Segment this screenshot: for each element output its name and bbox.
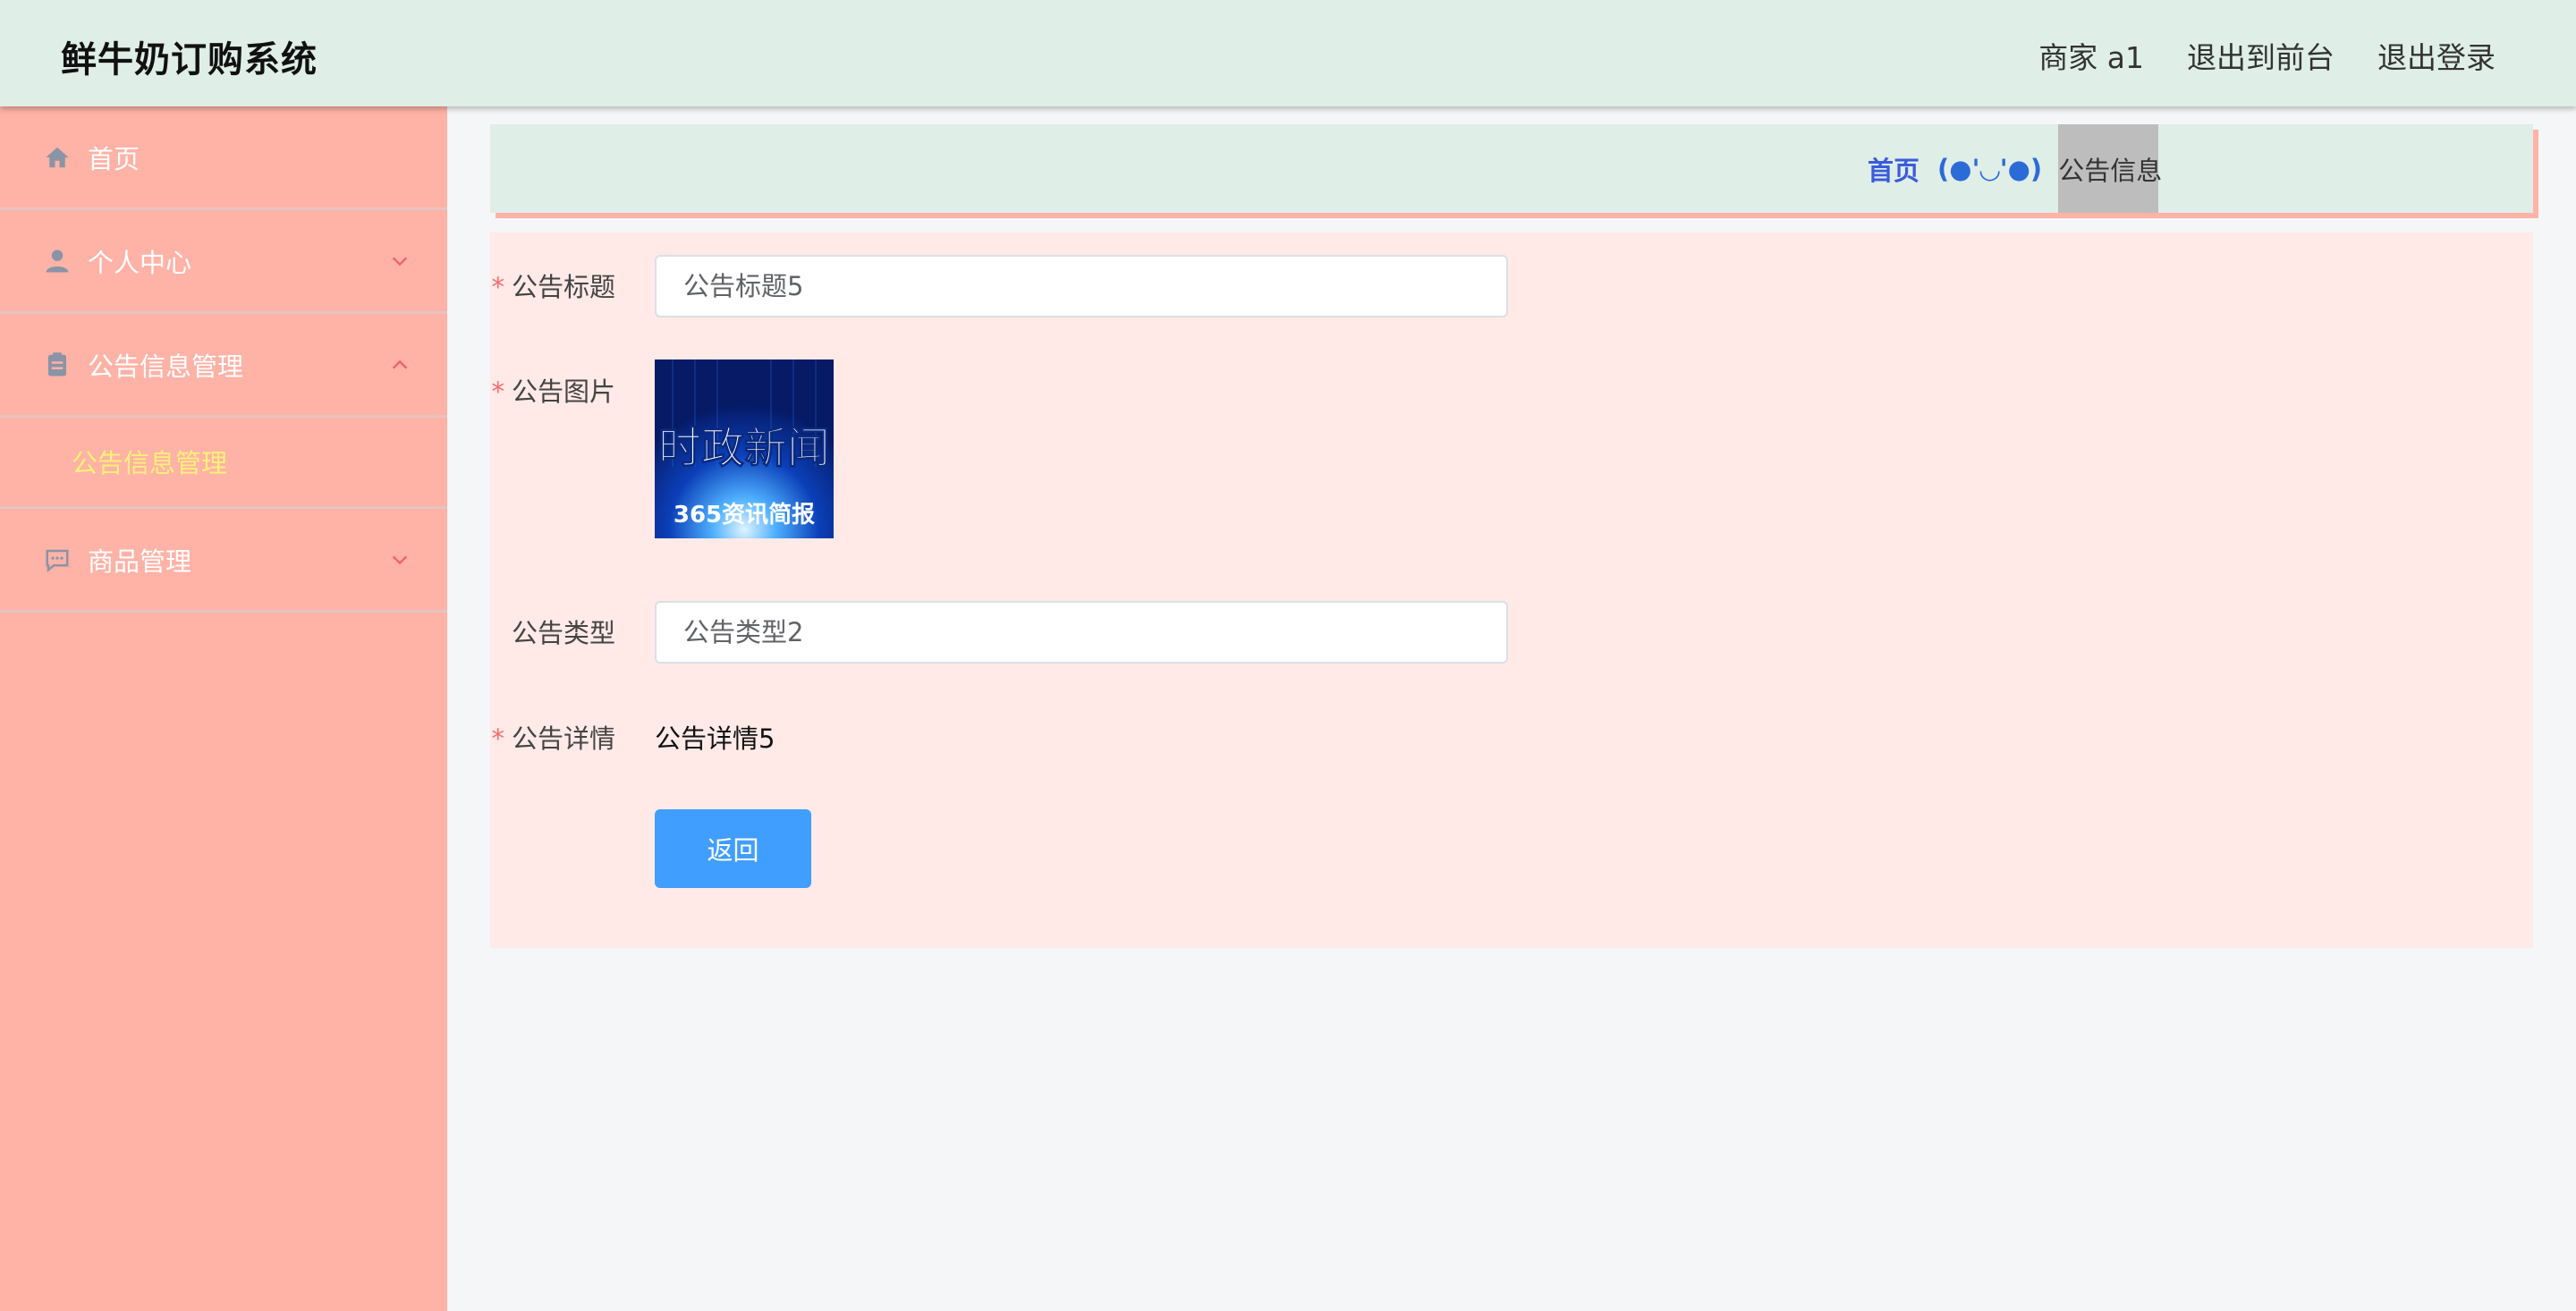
sidebar-item-product-management[interactable]: 商品管理: [0, 509, 447, 613]
form-label-title: * 公告标题: [491, 255, 615, 319]
form-label-detail-text: 公告详情: [511, 723, 615, 754]
exit-to-front-link[interactable]: 退出到前台: [2187, 34, 2334, 77]
top-header: 鲜牛奶订购系统 商家 a1 退出到前台 退出登录: [0, 0, 2576, 106]
notice-detail-form: * 公告标题 公告标题5 * 公告图片 时政新闻 365资讯简报 公告类型 公告…: [490, 233, 2533, 948]
sidebar-item-label: 首页: [88, 143, 140, 174]
form-label-image-text: 公告图片: [511, 376, 615, 407]
breadcrumb-bar: 首页 (●'◡'●) 公告信息: [490, 124, 2533, 213]
image-text-sub: 365资讯简报: [674, 501, 815, 529]
form-label-title-text: 公告标题: [511, 272, 615, 302]
image-text-main: 时政新闻: [658, 423, 830, 473]
sidebar-item-label: 商品管理: [88, 546, 192, 577]
required-mark: *: [491, 723, 504, 754]
chevron-down-icon: [388, 250, 411, 273]
chevron-up-icon: [388, 353, 411, 376]
breadcrumb-current: 公告信息: [2058, 124, 2162, 213]
required-mark: *: [491, 272, 504, 302]
required-mark: *: [491, 376, 504, 407]
sidebar-item-personal-center[interactable]: 个人中心: [0, 210, 447, 314]
title-input[interactable]: 公告标题5: [655, 255, 1508, 317]
app-title: 鲜牛奶订购系统: [61, 39, 318, 80]
header-actions: 商家 a1 退出到前台 退出登录: [2038, 34, 2496, 77]
breadcrumb-separator: (●'◡'●): [1937, 153, 2043, 184]
user-icon: [43, 247, 72, 275]
sidebar-item-label: 个人中心: [88, 247, 192, 278]
sidebar-item-notice-management[interactable]: 公告信息管理: [0, 314, 447, 418]
type-input[interactable]: 公告类型2: [655, 601, 1508, 664]
chat-icon: [43, 546, 72, 574]
chevron-down-icon: [388, 548, 411, 571]
logout-link[interactable]: 退出登录: [2377, 34, 2496, 77]
home-icon: [43, 143, 72, 172]
notice-image[interactable]: 时政新闻 365资讯简报: [655, 359, 834, 538]
breadcrumb-home-link[interactable]: 首页: [1868, 150, 1919, 188]
form-label-image: * 公告图片: [491, 359, 615, 424]
sidebar: 首页 个人中心 公告信息管理 公告信息管理 商品管理: [0, 106, 447, 1311]
current-user[interactable]: 商家 a1: [2038, 34, 2144, 77]
submenu-item-notice-management[interactable]: 公告信息管理: [72, 443, 227, 480]
form-label-detail: * 公告详情: [491, 706, 615, 771]
clipboard-icon: [43, 351, 72, 379]
breadcrumb: 首页 (●'◡'●) 公告信息: [1868, 124, 2162, 213]
form-label-type: 公告类型: [511, 618, 615, 648]
sidebar-item-home[interactable]: 首页: [0, 106, 447, 210]
back-button[interactable]: 返回: [655, 809, 811, 888]
detail-value: 公告详情5: [655, 723, 775, 754]
submenu-notice-management: 公告信息管理: [0, 418, 447, 509]
sidebar-item-label: 公告信息管理: [88, 351, 244, 382]
